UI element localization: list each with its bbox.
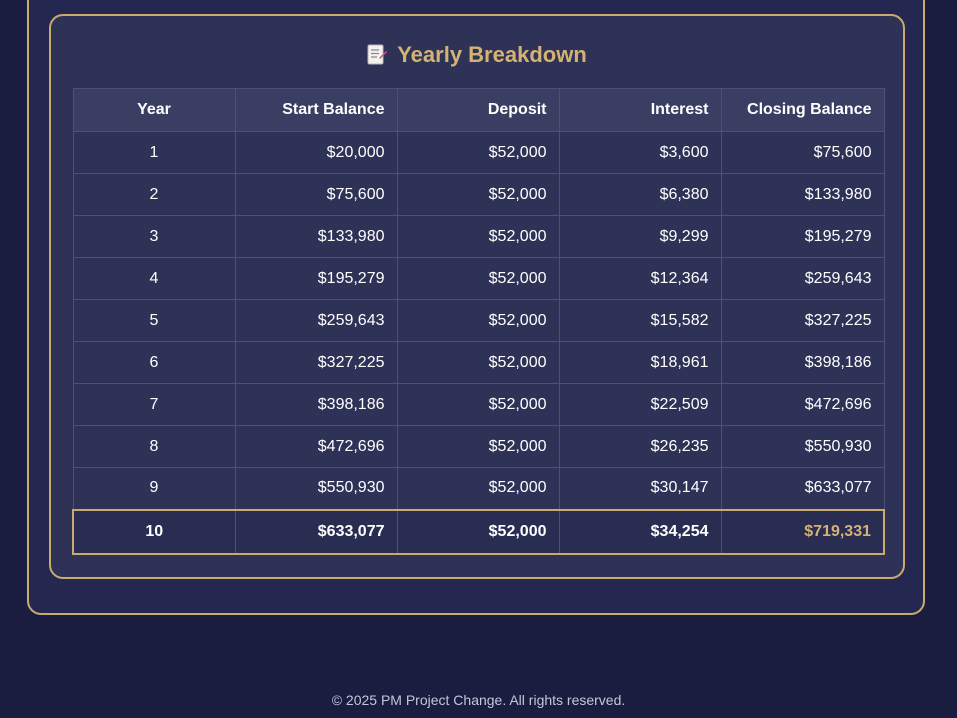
table-header-row: Year Start Balance Deposit Interest Clos… [72, 88, 885, 132]
cell-deposit: $52,000 [396, 383, 560, 426]
column-header-closing-balance: Closing Balance [720, 88, 885, 132]
cell-start-balance: $75,600 [234, 173, 398, 216]
cell-closing-balance: $633,077 [720, 467, 885, 510]
section-title: Yearly Breakdown [51, 42, 903, 68]
yearly-breakdown-table: Year Start Balance Deposit Interest Clos… [72, 88, 885, 555]
cell-deposit: $52,000 [396, 425, 560, 468]
cell-start-balance: $133,980 [234, 215, 398, 258]
cell-start-balance: $195,279 [234, 257, 398, 300]
cell-closing-balance: $75,600 [720, 131, 885, 174]
table-row: 3 $133,980 $52,000 $9,299 $195,279 [72, 215, 885, 258]
cell-deposit: $52,000 [396, 299, 560, 342]
cell-start-balance: $472,696 [234, 425, 398, 468]
cell-year: 1 [72, 131, 236, 174]
column-header-deposit: Deposit [396, 88, 560, 132]
cell-closing-balance: $398,186 [720, 341, 885, 384]
table-row: 6 $327,225 $52,000 $18,961 $398,186 [72, 341, 885, 384]
table-row: 1 $20,000 $52,000 $3,600 $75,600 [72, 131, 885, 174]
table-row: 9 $550,930 $52,000 $30,147 $633,077 [72, 467, 885, 510]
cell-interest: $3,600 [558, 131, 722, 174]
cell-year: 2 [72, 173, 236, 216]
cell-closing-balance: $133,980 [720, 173, 885, 216]
section-title-text: Yearly Breakdown [397, 42, 587, 67]
yearly-breakdown-card: Yearly Breakdown Year Start Balance Depo… [49, 14, 905, 579]
cell-start-balance: $259,643 [234, 299, 398, 342]
cell-deposit: $52,000 [396, 215, 560, 258]
table-row-final-year: 10 $633,077 $52,000 $34,254 $719,331 [72, 508, 885, 555]
column-header-interest: Interest [558, 88, 722, 132]
cell-year: 10 [72, 508, 236, 555]
cell-start-balance: $550,930 [234, 467, 398, 510]
cell-year: 3 [72, 215, 236, 258]
cell-year: 9 [72, 467, 236, 510]
cell-interest: $6,380 [558, 173, 722, 216]
cell-interest: $26,235 [558, 425, 722, 468]
column-header-start-balance: Start Balance [234, 88, 398, 132]
cell-year: 5 [72, 299, 236, 342]
cell-interest: $22,509 [558, 383, 722, 426]
cell-interest: $15,582 [558, 299, 722, 342]
cell-year: 4 [72, 257, 236, 300]
cell-start-balance: $20,000 [234, 131, 398, 174]
cell-interest: $34,254 [558, 508, 722, 555]
cell-closing-balance: $259,643 [720, 257, 885, 300]
cell-deposit: $52,000 [396, 467, 560, 510]
cell-deposit: $52,000 [396, 341, 560, 384]
cell-deposit: $52,000 [396, 257, 560, 300]
cell-start-balance: $633,077 [234, 508, 398, 555]
cell-year: 8 [72, 425, 236, 468]
cell-closing-balance: $327,225 [720, 299, 885, 342]
table-row: 5 $259,643 $52,000 $15,582 $327,225 [72, 299, 885, 342]
cell-interest: $9,299 [558, 215, 722, 258]
memo-icon [367, 44, 388, 66]
table-row: 4 $195,279 $52,000 $12,364 $259,643 [72, 257, 885, 300]
cell-interest: $30,147 [558, 467, 722, 510]
cell-closing-balance-final: $719,331 [720, 508, 885, 555]
cell-interest: $18,961 [558, 341, 722, 384]
cell-start-balance: $398,186 [234, 383, 398, 426]
footer-copyright: © 2025 PM Project Change. All rights res… [331, 692, 626, 708]
column-header-year: Year [72, 88, 236, 132]
cell-closing-balance: $195,279 [720, 215, 885, 258]
cell-year: 7 [72, 383, 236, 426]
table-row: 8 $472,696 $52,000 $26,235 $550,930 [72, 425, 885, 468]
cell-deposit: $52,000 [396, 131, 560, 174]
cell-deposit: $52,000 [396, 508, 560, 555]
cell-year: 6 [72, 341, 236, 384]
table-row: 2 $75,600 $52,000 $6,380 $133,980 [72, 173, 885, 216]
cell-closing-balance: $472,696 [720, 383, 885, 426]
cell-interest: $12,364 [558, 257, 722, 300]
cell-deposit: $52,000 [396, 173, 560, 216]
table-row: 7 $398,186 $52,000 $22,509 $472,696 [72, 383, 885, 426]
cell-closing-balance: $550,930 [720, 425, 885, 468]
cell-start-balance: $327,225 [234, 341, 398, 384]
